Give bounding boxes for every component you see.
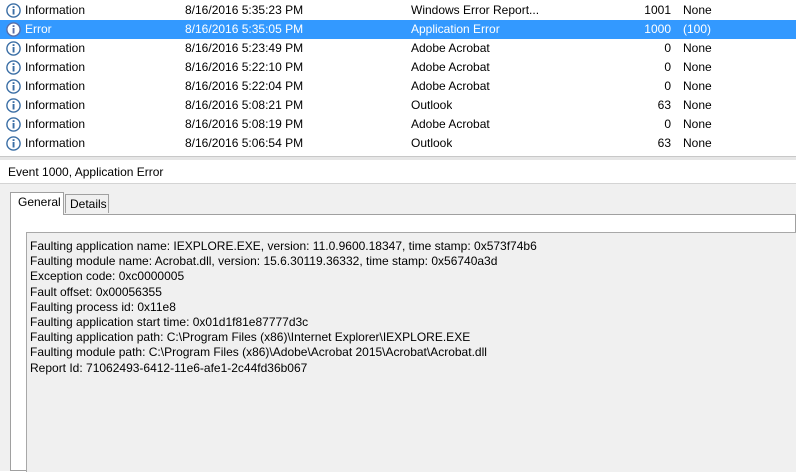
- message-line: Fault offset: 0x00056355: [30, 284, 162, 299]
- info-icon: [6, 3, 21, 18]
- event-level: Information: [25, 41, 86, 55]
- event-task-category: (100): [683, 22, 712, 36]
- event-level: Error: [25, 22, 52, 36]
- tab-general[interactable]: General: [10, 192, 64, 215]
- message-line: Faulting application start time: 0x01d1f…: [30, 314, 309, 329]
- event-date: 8/16/2016 5:22:10 PM: [185, 60, 304, 74]
- event-date: 8/16/2016 5:08:21 PM: [185, 98, 304, 112]
- event-task-category: None: [683, 98, 712, 112]
- event-id: 0: [664, 117, 671, 131]
- info-icon: [6, 136, 21, 151]
- event-task-category: None: [683, 41, 712, 55]
- info-icon: [6, 79, 21, 94]
- info-icon: [6, 98, 21, 113]
- event-level: Information: [25, 136, 86, 150]
- event-detail-pane: Event 1000, Application Error General De…: [0, 160, 796, 472]
- message-line: Faulting process id: 0x11e8: [30, 299, 176, 314]
- event-date: 8/16/2016 5:22:04 PM: [185, 79, 304, 93]
- event-list[interactable]: Information 8/16/2016 5:35:23 PM Windows E…: [0, 0, 796, 154]
- event-row[interactable]: Information 8/16/2016 5:22:04 PM Adobe Acr…: [0, 77, 796, 96]
- event-source: Adobe Acrobat: [411, 41, 490, 55]
- event-source: Application Error: [411, 22, 500, 36]
- event-source: Windows Error Report...: [411, 3, 540, 17]
- info-icon: [6, 117, 21, 132]
- tab-details[interactable]: Details: [65, 194, 109, 213]
- event-source: Outlook: [411, 136, 453, 150]
- event-task-category: None: [683, 79, 712, 93]
- error-icon: [6, 22, 21, 37]
- event-row[interactable]: Information 8/16/2016 5:06:54 PM Outlook 63…: [0, 134, 796, 153]
- event-id: 1001: [644, 3, 671, 17]
- event-row[interactable]: Error 8/16/2016 5:35:05 PM Application Err…: [0, 20, 796, 39]
- event-source: Adobe Acrobat: [411, 60, 490, 74]
- event-date: 8/16/2016 5:08:19 PM: [185, 117, 304, 131]
- event-source: Outlook: [411, 98, 453, 112]
- event-task-category: None: [683, 3, 712, 17]
- event-row[interactable]: Information 8/16/2016 5:08:21 PM Outlook 63…: [0, 96, 796, 115]
- message-line: Faulting application name: IEXPLORE.EXE,…: [30, 239, 537, 253]
- event-source: Adobe Acrobat: [411, 117, 490, 131]
- event-row[interactable]: Information 8/16/2016 5:23:49 PM Adobe Acr…: [0, 39, 796, 58]
- message-line: Report Id: 71062493-6412-11e6-afe1-2c44f…: [30, 360, 308, 375]
- message-line: Faulting module name: Acrobat.dll, versi…: [30, 254, 498, 269]
- message-line: Faulting application path: C:\Program Fi…: [30, 330, 471, 345]
- event-task-category: None: [683, 136, 712, 150]
- event-message-box[interactable]: Faulting application name: IEXPLORE.EXE,…: [26, 232, 796, 472]
- info-icon: [6, 41, 21, 56]
- event-row[interactable]: Information 8/16/2016 5:22:10 PM Adobe Acr…: [0, 58, 796, 77]
- event-task-category: None: [683, 60, 712, 74]
- event-source: Adobe Acrobat: [411, 79, 490, 93]
- event-level: Information: [25, 117, 86, 131]
- event-row[interactable]: Information 8/16/2016 5:35:23 PM Windows E…: [0, 1, 796, 20]
- event-id: 0: [664, 41, 671, 55]
- info-icon: [6, 60, 21, 75]
- event-date: 8/16/2016 5:35:23 PM: [185, 3, 304, 17]
- event-level: Information: [25, 79, 86, 93]
- event-id: 1000: [644, 22, 671, 36]
- message-line: Faulting module path: C:\Program Files (…: [30, 345, 487, 360]
- event-level: Information: [25, 60, 86, 74]
- event-date: 8/16/2016 5:35:05 PM: [185, 22, 304, 36]
- message-line: Exception code: 0xc0000005: [30, 269, 185, 284]
- event-id: 0: [664, 60, 671, 74]
- event-date: 8/16/2016 5:06:54 PM: [185, 136, 304, 150]
- event-level: Information: [25, 3, 86, 17]
- event-id: 0: [664, 79, 671, 93]
- general-tab-body: Faulting application name: IEXPLORE.EXE,…: [10, 214, 796, 472]
- event-id: 63: [657, 98, 671, 112]
- event-date: 8/16/2016 5:23:49 PM: [185, 41, 304, 55]
- event-id: 63: [657, 136, 671, 150]
- event-task-category: None: [683, 117, 712, 131]
- event-level: Information: [25, 98, 86, 112]
- event-row[interactable]: Information 8/16/2016 5:08:19 PM Adobe Acr…: [0, 115, 796, 134]
- event-detail-header: Event 1000, Application Error: [0, 160, 796, 184]
